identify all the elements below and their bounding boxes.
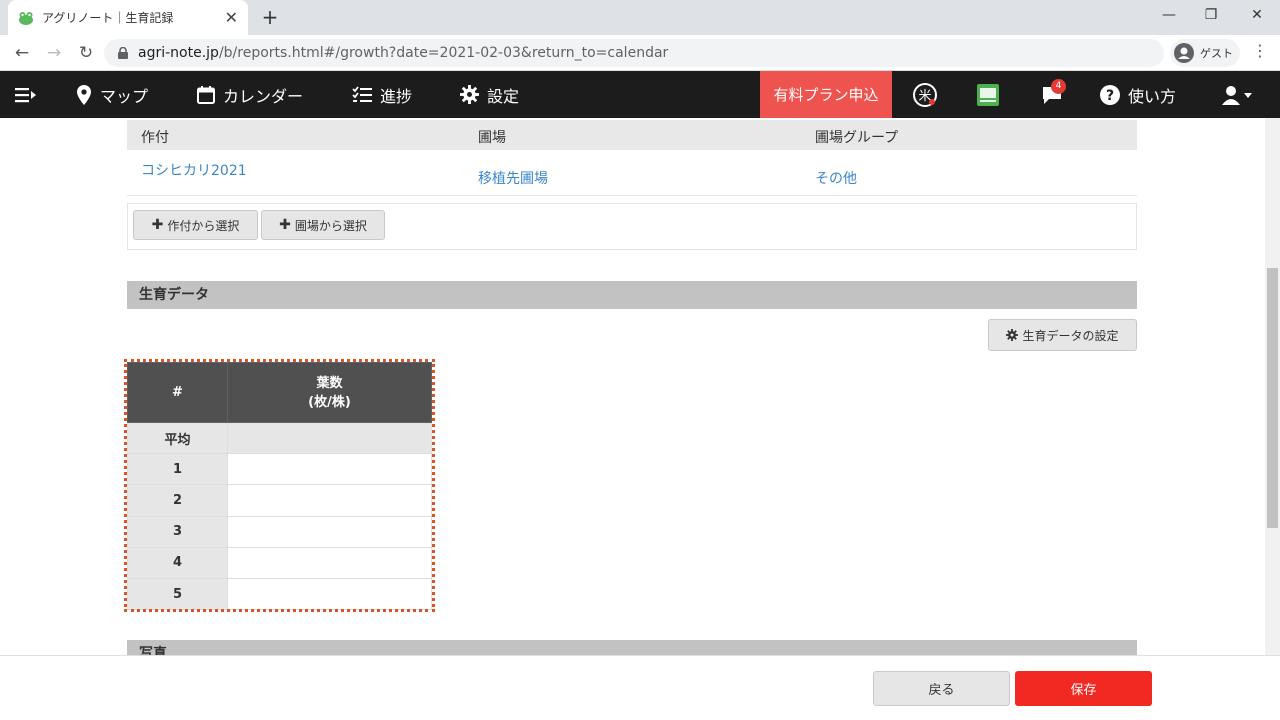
growth-settings-button[interactable]: 生育データの設定: [988, 319, 1137, 351]
notification-badge: 4: [1051, 79, 1066, 94]
help-circle-icon: ?: [1100, 84, 1120, 105]
profile-label: ゲスト: [1200, 47, 1233, 60]
plus-icon: ✚: [151, 217, 164, 233]
scrollbar-thumb[interactable]: [1267, 268, 1278, 528]
browser-tab-strip: アグリノート｜生育記録 ✕ + — ❐ ✕: [0, 0, 1280, 35]
leaf-count-input-cell[interactable]: [227, 515, 432, 548]
rice-badge-icon[interactable]: 米: [910, 71, 940, 118]
save-button[interactable]: 保存: [1015, 671, 1152, 706]
select-from-crop-label: 作付から選択: [167, 218, 240, 233]
window-close-icon[interactable]: ✕: [1234, 0, 1280, 30]
page-content: 作付 圃場 圃場グループ コシヒカリ2021 移植先圃場 その他 ✚ 作付から選…: [0, 118, 1265, 720]
lock-icon: [118, 47, 128, 59]
checklist-icon: [352, 86, 372, 102]
header-field: 圃場: [478, 130, 506, 146]
browser-menu-icon[interactable]: ⋮: [1250, 41, 1270, 60]
svg-text:?: ?: [1106, 88, 1114, 104]
nav-progress-label: 進捗: [380, 86, 413, 106]
header-field-group: 圃場グループ: [815, 130, 899, 146]
row-label: 3: [127, 515, 228, 548]
notification-chat-icon[interactable]: 4: [1037, 71, 1067, 118]
col-leaves-unit: (枚/株): [308, 394, 351, 410]
page-scrollbar[interactable]: [1265, 118, 1280, 720]
table-row: 4: [127, 546, 432, 579]
col-index-header: #: [127, 362, 228, 423]
nav-calendar[interactable]: カレンダー: [197, 71, 303, 118]
growth-settings-label: 生育データの設定: [1022, 328, 1119, 343]
footer-bar: 戻る 保存: [0, 655, 1280, 720]
table-row: 3: [127, 515, 432, 548]
plus-icon: ✚: [279, 217, 291, 233]
table-row: 2: [127, 484, 432, 517]
leaf-count-input-cell[interactable]: [227, 577, 432, 611]
map-pin-icon: [77, 84, 91, 105]
nav-help-label: 使い方: [1128, 86, 1177, 106]
table-row: 平均: [127, 421, 432, 455]
row-label: 2: [127, 484, 228, 517]
nav-map-label: マップ: [100, 86, 149, 106]
agri-book-icon[interactable]: [975, 71, 1001, 118]
minimize-icon[interactable]: —: [1146, 0, 1192, 30]
field-group-link[interactable]: その他: [815, 168, 857, 188]
crop-table-header: 作付 圃場 圃場グループ: [127, 120, 1137, 150]
browser-tab[interactable]: アグリノート｜生育記録 ✕: [8, 0, 248, 35]
app-navbar: マップ カレンダー 進捗 設定 有料プラン申込 米 4 ? 使い方: [0, 71, 1280, 118]
nav-calendar-label: カレンダー: [223, 86, 304, 106]
back-arrow-icon[interactable]: ←: [10, 41, 34, 65]
nav-help[interactable]: ? 使い方: [1100, 71, 1176, 118]
field-link[interactable]: 移植先圃場: [478, 168, 548, 188]
row-label: 5: [127, 577, 228, 611]
reload-icon[interactable]: ↻: [74, 41, 98, 65]
tab-title: アグリノート｜生育記録: [42, 11, 174, 25]
crop-table-row: コシヒカリ2021 移植先圃場 その他: [127, 156, 1137, 196]
select-from-crop-button[interactable]: ✚ 作付から選択: [133, 210, 258, 240]
gear-icon: [1006, 329, 1019, 341]
calendar-icon: [197, 85, 215, 104]
average-value-cell: [227, 421, 432, 455]
back-button[interactable]: 戻る: [873, 671, 1010, 706]
frog-favicon-icon: [19, 11, 33, 25]
leaf-count-input-cell[interactable]: [227, 453, 432, 486]
nav-progress[interactable]: 進捗: [352, 71, 412, 118]
user-menu-icon[interactable]: [1218, 71, 1256, 118]
url-domain: agri-note.jp: [138, 45, 219, 61]
forward-arrow-icon[interactable]: →: [42, 41, 66, 65]
col-leaves-title: 葉数: [316, 375, 343, 391]
select-buttons-box: ✚ 作付から選択 ✚ 圃場から選択: [127, 203, 1137, 250]
growth-data-table: # 葉数 (枚/株) 平均 1 2 3 4 5: [127, 362, 432, 611]
gear-icon: [460, 85, 479, 104]
nav-settings-label: 設定: [487, 86, 520, 106]
nav-map[interactable]: マップ: [76, 71, 148, 118]
close-tab-icon[interactable]: ✕: [225, 8, 238, 27]
new-tab-icon[interactable]: +: [258, 5, 282, 29]
crop-link[interactable]: コシヒカリ2021: [141, 160, 247, 180]
nav-settings[interactable]: 設定: [460, 71, 519, 118]
leaf-count-input-cell[interactable]: [227, 484, 432, 517]
paid-plan-button[interactable]: 有料プラン申込: [760, 71, 892, 118]
restore-icon[interactable]: ❐: [1188, 0, 1234, 30]
profile-button[interactable]: ゲスト: [1170, 39, 1240, 67]
url-bar[interactable]: agri-note.jp/b/reports.html#/growth?date…: [104, 39, 1164, 67]
select-from-field-label: 圃場から選択: [294, 218, 367, 233]
avatar-icon: [1174, 43, 1194, 63]
leaf-count-input-cell[interactable]: [227, 546, 432, 579]
col-leaves-header: 葉数 (枚/株): [227, 362, 432, 423]
url-path: /b/reports.html#/growth?date=2021-02-03&…: [218, 45, 669, 61]
address-bar-row: ← → ↻ agri-note.jp/b/reports.html#/growt…: [0, 35, 1280, 71]
table-row: 5: [127, 577, 432, 611]
menu-toggle-icon[interactable]: [15, 71, 45, 118]
table-row: 1: [127, 453, 432, 486]
select-from-field-button[interactable]: ✚ 圃場から選択: [261, 210, 385, 240]
growth-section-title: 生育データ: [127, 281, 1137, 309]
row-label: 1: [127, 453, 228, 486]
row-label-average: 平均: [127, 421, 228, 455]
row-label: 4: [127, 546, 228, 579]
header-crop: 作付: [141, 130, 169, 146]
